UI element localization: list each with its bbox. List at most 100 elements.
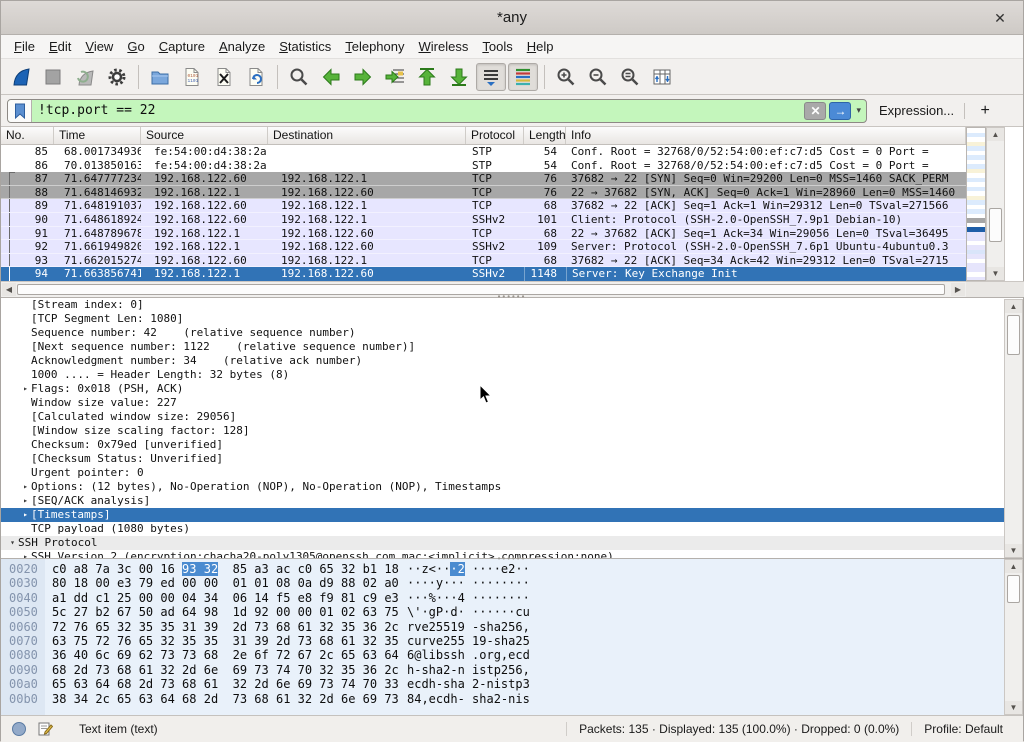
hex-row[interactable]: 003080 18 00 e3 79 ed 00 00 01 01 08 0a … — [1, 576, 1005, 590]
scroll-down-icon[interactable]: ▼ — [1005, 701, 1022, 714]
detail-field[interactable]: [Calculated window size: 29056] — [1, 410, 1023, 424]
expander-icon[interactable]: ▸ — [20, 382, 31, 396]
ascii-bytes[interactable]: ··z<···2 ····e2·· — [407, 562, 530, 576]
ascii-bytes[interactable]: 6@libssh .org,ecd — [407, 648, 530, 662]
go-to-packet-icon[interactable] — [380, 63, 410, 91]
hex-row[interactable]: 00a065 63 64 68 2d 73 68 61 32 2d 6e 69 … — [1, 677, 1005, 691]
hex-row[interactable]: 006072 76 65 32 35 35 31 39 2d 73 68 61 … — [1, 620, 1005, 634]
hex-row[interactable]: 008036 40 6c 69 62 73 73 68 2e 6f 72 67 … — [1, 648, 1005, 662]
ascii-bytes[interactable]: curve255 19-sha25 — [407, 634, 530, 648]
go-forward-icon[interactable] — [348, 63, 378, 91]
ascii-bytes[interactable]: h-sha2-n istp256, — [407, 663, 530, 677]
ascii-bytes[interactable]: ···%···4 ········ — [407, 591, 530, 605]
stop-capture-icon[interactable] — [38, 63, 68, 91]
hex-row[interactable]: 00b038 34 2c 65 63 64 68 2d 73 68 61 32 … — [1, 692, 1005, 706]
zoom-in-icon[interactable] — [551, 63, 581, 91]
profile-status[interactable]: Profile: Default — [911, 722, 1015, 736]
hex-row[interactable]: 007063 75 72 76 65 32 35 35 31 39 2d 73 … — [1, 634, 1005, 648]
column-header-no[interactable]: No. — [1, 127, 54, 144]
column-header-protocol[interactable]: Protocol — [466, 127, 524, 144]
scroll-thumb[interactable] — [17, 284, 945, 295]
detail-field[interactable]: Sequence number: 42 (relative sequence n… — [1, 326, 1023, 340]
hex-bytes[interactable]: 36 40 6c 69 62 73 73 68 2e 6f 72 67 2c 6… — [45, 648, 407, 662]
hex-bytes[interactable]: 5c 27 b2 67 50 ad 64 98 1d 92 00 00 01 0… — [45, 605, 407, 619]
filter-apply-icon[interactable]: → — [829, 102, 851, 120]
detail-field[interactable]: ▸Flags: 0x018 (PSH, ACK) — [1, 382, 1023, 396]
menu-help[interactable]: Help — [520, 36, 561, 57]
column-header-info[interactable]: Info — [566, 127, 966, 144]
hex-bytes[interactable]: 68 2d 73 68 61 32 2d 6e 69 73 74 70 32 3… — [45, 663, 407, 677]
menu-edit[interactable]: Edit — [42, 36, 78, 57]
column-header-destination[interactable]: Destination — [268, 127, 466, 144]
hex-row[interactable]: 0020c0 a8 7a 3c 00 16 93 32 85 a3 ac c0 … — [1, 562, 1005, 576]
details-vscrollbar[interactable]: ▲ ▼ — [1004, 299, 1023, 558]
detail-field[interactable]: ▸[SEQ/ACK analysis] — [1, 494, 1023, 508]
reload-file-icon[interactable] — [241, 63, 271, 91]
scroll-thumb[interactable] — [1007, 315, 1020, 355]
auto-scroll-icon[interactable] — [476, 63, 506, 91]
packet-row[interactable]: 8670.013850163fe:54:00:d4:38:2aSTP54Conf… — [1, 159, 966, 173]
hex-row[interactable]: 009068 2d 73 68 61 32 2d 6e 69 73 74 70 … — [1, 663, 1005, 677]
packet-list-hscrollbar[interactable]: ◀ ▶ — [1, 281, 966, 297]
hex-bytes[interactable]: a1 dd c1 25 00 00 04 34 06 14 f5 e8 f9 8… — [45, 591, 407, 605]
filter-clear-icon[interactable]: ✕ — [804, 102, 826, 120]
capture-options-icon[interactable] — [102, 63, 132, 91]
detail-field[interactable]: ▸Options: (12 bytes), No-Operation (NOP)… — [1, 480, 1023, 494]
detail-field[interactable]: TCP payload (1080 bytes) — [1, 522, 1023, 536]
scroll-up-icon[interactable]: ▲ — [1005, 560, 1022, 573]
detail-field[interactable]: [TCP Segment Len: 1080] — [1, 312, 1023, 326]
hex-bytes[interactable]: 72 76 65 32 35 35 31 39 2d 73 68 61 32 3… — [45, 620, 407, 634]
packet-row[interactable]: 8871.648146932192.168.122.1192.168.122.6… — [1, 186, 966, 200]
filter-bookmark-icon[interactable] — [8, 100, 32, 122]
expander-icon[interactable]: ▾ — [7, 536, 18, 550]
packet-row[interactable]: 9171.648789678192.168.122.1192.168.122.6… — [1, 227, 966, 241]
bytes-vscrollbar[interactable]: ▲ ▼ — [1004, 559, 1023, 715]
scroll-thumb[interactable] — [1007, 575, 1020, 603]
detail-field[interactable]: Urgent pointer: 0 — [1, 466, 1023, 480]
detail-field[interactable]: [Checksum Status: Unverified] — [1, 452, 1023, 466]
expander-icon[interactable]: ▸ — [20, 480, 31, 494]
hex-bytes[interactable]: 38 34 2c 65 63 64 68 2d 73 68 61 32 2d 6… — [45, 692, 407, 706]
hex-bytes[interactable]: 65 63 64 68 2d 73 68 61 32 2d 6e 69 73 7… — [45, 677, 407, 691]
ascii-bytes[interactable]: \'·gP·d· ······cu — [407, 605, 530, 619]
scroll-down-icon[interactable]: ▼ — [987, 267, 1004, 280]
scroll-thumb[interactable] — [989, 208, 1002, 242]
ascii-bytes[interactable]: ecdh-sha 2-nistp3 — [407, 677, 530, 691]
detail-field[interactable]: Checksum: 0x79ed [unverified] — [1, 438, 1023, 452]
display-filter-input[interactable]: !tcp.port == 22 ✕ → ▾ — [7, 99, 867, 123]
detail-selected-field[interactable]: ▸[Timestamps] — [1, 508, 1023, 522]
resize-columns-icon[interactable] — [647, 63, 677, 91]
scroll-up-icon[interactable]: ▲ — [1005, 300, 1022, 313]
zoom-out-icon[interactable] — [583, 63, 613, 91]
packet-row[interactable]: 9271.661949820192.168.122.1192.168.122.6… — [1, 240, 966, 254]
ascii-bytes[interactable]: ····y··· ········ — [407, 576, 530, 590]
column-header-time[interactable]: Time — [54, 127, 141, 144]
detail-field[interactable]: ▾SSH Protocol — [1, 536, 1023, 550]
menu-file[interactable]: File — [7, 36, 42, 57]
hex-bytes[interactable]: c0 a8 7a 3c 00 16 93 32 85 a3 ac c0 65 3… — [45, 562, 407, 576]
ascii-bytes[interactable]: 84,ecdh- sha2-nis — [407, 692, 530, 706]
menu-statistics[interactable]: Statistics — [272, 36, 338, 57]
hex-row[interactable]: 00505c 27 b2 67 50 ad 64 98 1d 92 00 00 … — [1, 605, 1005, 619]
scroll-right-icon[interactable]: ▶ — [951, 283, 965, 296]
scroll-left-icon[interactable]: ◀ — [2, 283, 16, 296]
restart-capture-icon[interactable] — [70, 63, 100, 91]
colorize-packets-icon[interactable] — [508, 63, 538, 91]
go-first-packet-icon[interactable] — [412, 63, 442, 91]
menu-go[interactable]: Go — [120, 36, 151, 57]
save-file-icon[interactable]: 01011101 — [177, 63, 207, 91]
hex-bytes[interactable]: 63 75 72 76 65 32 35 35 31 39 2d 73 68 6… — [45, 634, 407, 648]
ascii-bytes[interactable]: rve25519 -sha256, — [407, 620, 530, 634]
hex-row[interactable]: 0040a1 dd c1 25 00 00 04 34 06 14 f5 e8 … — [1, 591, 1005, 605]
menu-capture[interactable]: Capture — [152, 36, 212, 57]
pane-splitter[interactable]: •••••• — [498, 557, 527, 561]
expander-icon[interactable]: ▸ — [20, 494, 31, 508]
filter-history-caret-icon[interactable]: ▾ — [854, 105, 866, 116]
packet-list-vscrollbar[interactable]: ▲ ▼ — [986, 127, 1005, 281]
packet-row[interactable]: 8971.648191037192.168.122.60192.168.122.… — [1, 199, 966, 213]
close-window-icon[interactable]: ✕ — [991, 9, 1009, 27]
go-last-packet-icon[interactable] — [444, 63, 474, 91]
column-header-length[interactable]: Length — [524, 127, 566, 144]
hex-bytes[interactable]: 80 18 00 e3 79 ed 00 00 01 01 08 0a d9 8… — [45, 576, 407, 590]
packet-row-selected[interactable]: 9471.663856741192.168.122.1192.168.122.6… — [1, 267, 966, 281]
